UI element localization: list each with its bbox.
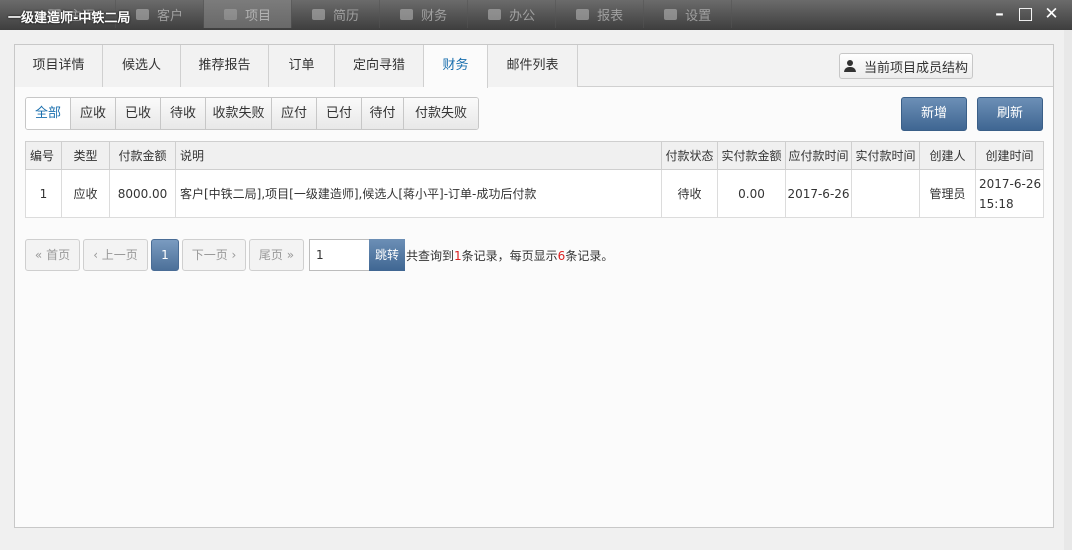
filter-pending-receipt[interactable]: 待收 bbox=[161, 98, 206, 129]
tab-headhunting[interactable]: 定向寻猎 bbox=[335, 45, 424, 87]
users-icon bbox=[843, 60, 858, 72]
users-icon bbox=[312, 8, 326, 20]
col-header-paid-amount: 实付款金额 bbox=[717, 141, 786, 170]
filter-payment-failed[interactable]: 付款失败 bbox=[404, 98, 478, 129]
finance-table: 编号 类型 付款金额 说明 付款状态 实付款金额 应付款时间 实付款时间 创建人… bbox=[25, 141, 1044, 218]
col-header-due-time: 应付款时间 bbox=[785, 141, 852, 170]
member-structure-button[interactable]: 当前项目成员结构 bbox=[839, 53, 973, 79]
cell-status: 待收 bbox=[661, 169, 718, 218]
col-header-description: 说明 bbox=[175, 141, 662, 170]
col-header-created-time: 创建时间 bbox=[975, 141, 1044, 170]
window-title: 一级建造师-中铁二局 bbox=[8, 11, 131, 26]
tab-bar: 项目详情 候选人 推荐报告 订单 定向寻猎 财务 邮件列表 当前项目成员结构 bbox=[15, 45, 1053, 88]
title-bar: 一级建造师-中铁二局 主页 客户 项目 简历 财务 办公 报表 设置 – □ ✕ bbox=[0, 0, 1072, 30]
jump-page-input[interactable]: 1 bbox=[309, 239, 369, 271]
tab-project-details[interactable]: 项目详情 bbox=[15, 45, 103, 87]
chat-icon bbox=[664, 8, 678, 20]
col-header-creator: 创建人 bbox=[919, 141, 976, 170]
last-page-button[interactable]: 尾页 » bbox=[249, 239, 304, 271]
nav-item-office[interactable]: 办公 bbox=[468, 0, 557, 28]
table-row[interactable]: 1 应收 8000.00 客户[中铁二局],项目[一级建造师],候选人[蒋小平]… bbox=[25, 169, 1044, 218]
tab-mail-list[interactable]: 邮件列表 bbox=[488, 45, 578, 87]
pie-chart-icon bbox=[576, 8, 590, 20]
close-icon[interactable]: ✕ bbox=[1043, 6, 1060, 23]
current-page-button[interactable]: 1 bbox=[151, 239, 179, 271]
project-panel: 项目详情 候选人 推荐报告 订单 定向寻猎 财务 邮件列表 当前项目成员结构 全… bbox=[14, 44, 1054, 528]
nav-item-settings[interactable]: 设置 bbox=[644, 0, 733, 28]
minimize-icon[interactable]: – bbox=[991, 6, 1008, 23]
total-count: 1 bbox=[454, 248, 462, 263]
background-window-edge bbox=[1064, 30, 1072, 550]
jump-button[interactable]: 跳转 bbox=[369, 239, 405, 271]
col-header-amount: 付款金额 bbox=[109, 141, 176, 170]
nav-item-reports[interactable]: 报表 bbox=[556, 0, 645, 28]
filter-payable[interactable]: 应付 bbox=[272, 98, 317, 129]
tab-finance[interactable]: 财务 bbox=[424, 45, 488, 88]
filter-group: 全部 应收 已收 待收 收款失败 应付 已付 待付 付款失败 bbox=[25, 97, 479, 130]
top-navigation: 主页 客户 项目 简历 财务 办公 报表 设置 bbox=[28, 0, 733, 28]
cell-description-link[interactable]: 客户[中铁二局],项目[一级建造师],候选人[蒋小平]-订单-成功后付款 bbox=[175, 169, 662, 218]
tab-candidates[interactable]: 候选人 bbox=[103, 45, 181, 87]
col-header-paid-time: 实付款时间 bbox=[851, 141, 920, 170]
filter-receipt-failed[interactable]: 收款失败 bbox=[206, 98, 272, 129]
first-page-button[interactable]: « 首页 bbox=[25, 239, 80, 271]
table-icon bbox=[400, 8, 414, 20]
cell-creator: 管理员 bbox=[919, 169, 976, 218]
cell-due-time: 2017-6-26 bbox=[785, 169, 852, 218]
col-header-status: 付款状态 bbox=[661, 141, 718, 170]
folder-icon bbox=[224, 8, 238, 20]
maximize-icon[interactable]: □ bbox=[1017, 6, 1034, 23]
window-controls: – □ ✕ bbox=[991, 6, 1060, 23]
cell-paid-time bbox=[851, 169, 920, 218]
add-button[interactable]: 新增 bbox=[901, 97, 967, 131]
window-body: 项目详情 候选人 推荐报告 订单 定向寻猎 财务 邮件列表 当前项目成员结构 全… bbox=[0, 30, 1072, 550]
col-header-id: 编号 bbox=[25, 141, 62, 170]
pagination-info: 共查询到1条记录，每页显示6条记录。 bbox=[406, 248, 614, 263]
next-page-button[interactable]: 下一页 › bbox=[182, 239, 246, 271]
cell-id: 1 bbox=[25, 169, 62, 218]
prev-page-button[interactable]: ‹ 上一页 bbox=[83, 239, 148, 271]
filter-received[interactable]: 已收 bbox=[116, 98, 161, 129]
pagination: « 首页 ‹ 上一页 1 下一页 › 尾页 » 1 跳转 共查询到1条记录，每页… bbox=[25, 239, 613, 271]
created-clock: 15:18 bbox=[979, 196, 1014, 211]
filter-paid[interactable]: 已付 bbox=[317, 98, 362, 129]
refresh-button[interactable]: 刷新 bbox=[977, 97, 1043, 131]
tab-recommend-report[interactable]: 推荐报告 bbox=[181, 45, 269, 87]
cell-amount: 8000.00 bbox=[109, 169, 176, 218]
cell-type: 应收 bbox=[61, 169, 110, 218]
filter-receivable[interactable]: 应收 bbox=[71, 98, 116, 129]
nav-item-finance[interactable]: 财务 bbox=[380, 0, 469, 28]
col-header-type: 类型 bbox=[61, 141, 110, 170]
filter-pending-payment[interactable]: 待付 bbox=[362, 98, 404, 129]
printer-icon bbox=[488, 8, 502, 20]
filter-all[interactable]: 全部 bbox=[26, 98, 71, 129]
nav-item-resumes[interactable]: 简历 bbox=[292, 0, 381, 28]
created-date: 2017-6-26 bbox=[979, 176, 1042, 191]
nav-item-projects[interactable]: 项目 bbox=[204, 0, 293, 28]
cell-created-time: 2017-6-26 15:18 bbox=[975, 169, 1044, 218]
table-header-row: 编号 类型 付款金额 说明 付款状态 实付款金额 应付款时间 实付款时间 创建人… bbox=[25, 141, 1044, 170]
tab-orders[interactable]: 订单 bbox=[269, 45, 335, 87]
grid-icon bbox=[136, 8, 150, 20]
cell-paid-amount: 0.00 bbox=[717, 169, 786, 218]
